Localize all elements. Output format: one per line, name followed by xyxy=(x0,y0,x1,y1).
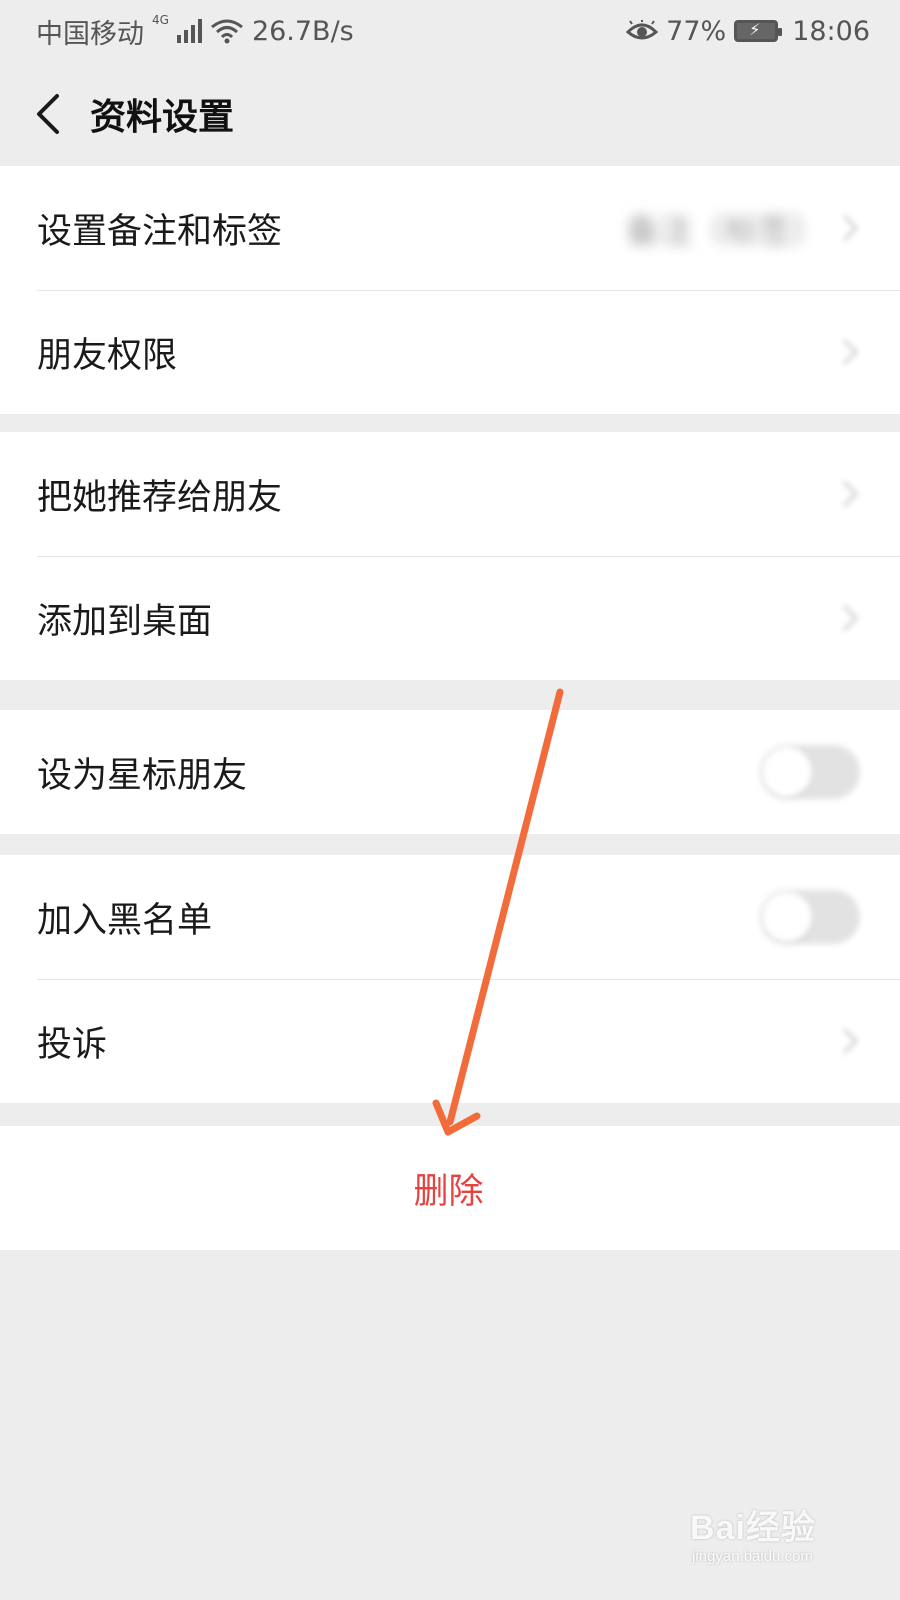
delete-group: 删除 xyxy=(0,1126,900,1250)
settings-group-share: 把她推荐给朋友 添加到桌面 xyxy=(0,432,900,680)
row-label: 投诉 xyxy=(37,1024,108,1065)
row-label: 设为星标朋友 xyxy=(37,755,248,796)
star-friend-toggle[interactable] xyxy=(760,745,860,799)
page-title: 资料设置 xyxy=(90,97,235,138)
delete-label: 删除 xyxy=(413,1171,484,1212)
remark-value: 备注（标签） xyxy=(626,211,824,250)
row-right: 备注（标签） xyxy=(626,204,860,252)
row-label: 设置备注和标签 xyxy=(37,211,283,252)
chevron-right-icon xyxy=(842,338,859,366)
row-label: 把她推荐给朋友 xyxy=(37,477,283,518)
chevron-right-icon xyxy=(842,1027,859,1055)
row-label: 加入黑名单 xyxy=(37,900,213,941)
network-type-label: 4G xyxy=(152,12,169,27)
toggle-knob xyxy=(762,747,812,797)
battery-percent: 77% xyxy=(666,15,727,47)
header: 资料设置 xyxy=(0,62,900,166)
watermark: Bai经验 jingyan.baidu.com xyxy=(690,1500,890,1580)
row-report[interactable]: 投诉 xyxy=(0,979,900,1103)
carrier-label: 中国移动 xyxy=(36,18,144,50)
settings-group-remark: 设置备注和标签 备注（标签） 朋友权限 xyxy=(0,166,900,414)
delete-button[interactable]: 删除 xyxy=(0,1126,900,1250)
row-friend-permissions[interactable]: 朋友权限 xyxy=(0,290,900,414)
row-set-remark-tags[interactable]: 设置备注和标签 备注（标签） xyxy=(0,166,900,290)
watermark-url: jingyan.baidu.com xyxy=(692,1548,813,1565)
row-label: 朋友权限 xyxy=(37,335,178,376)
signal-icon xyxy=(176,19,202,43)
row-label: 添加到桌面 xyxy=(37,601,213,642)
battery-charging-icon: ⚡ xyxy=(734,20,783,42)
eye-comfort-icon xyxy=(626,20,659,40)
chevron-right-icon xyxy=(842,214,859,242)
status-bar: 中国移动 4G 26.7B/s 77% ⚡ 18:06 xyxy=(0,0,900,62)
row-recommend-to-friend[interactable]: 把她推荐给朋友 xyxy=(0,432,900,556)
network-speed: 26.7B/s xyxy=(251,15,354,47)
watermark-brand: Bai经验 xyxy=(690,1509,816,1547)
blacklist-toggle[interactable] xyxy=(760,890,860,944)
row-add-to-blacklist[interactable]: 加入黑名单 xyxy=(0,855,900,979)
row-add-to-desktop[interactable]: 添加到桌面 xyxy=(0,556,900,680)
chevron-right-icon xyxy=(842,480,859,508)
clock: 18:06 xyxy=(792,15,870,47)
back-arrow-icon xyxy=(37,94,59,134)
back-button[interactable] xyxy=(28,84,68,144)
status-left: 中国移动 4G 26.7B/s xyxy=(36,12,354,51)
row-star-friend[interactable]: 设为星标朋友 xyxy=(0,710,900,834)
status-right: 77% ⚡ 18:06 xyxy=(626,16,870,47)
settings-group-block: 加入黑名单 投诉 xyxy=(0,855,900,1103)
chevron-right-icon xyxy=(842,604,859,632)
toggle-knob xyxy=(762,892,812,942)
settings-group-star: 设为星标朋友 xyxy=(0,710,900,834)
wifi-icon xyxy=(211,19,243,44)
